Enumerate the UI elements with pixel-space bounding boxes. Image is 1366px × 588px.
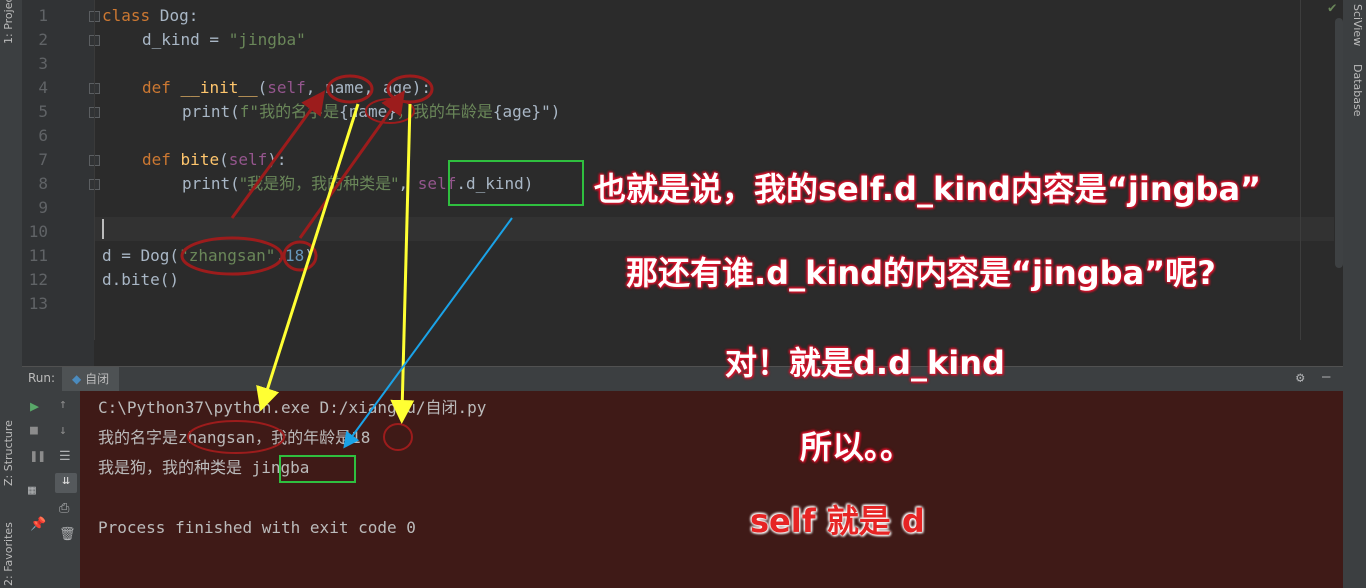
inspection-ok-icon[interactable]: ✔ xyxy=(1328,0,1336,16)
console-line: 我是狗，我的种类是 jingba xyxy=(98,458,310,477)
code-line-2: d_kind = "jingba" xyxy=(142,28,306,52)
line-number: 2 xyxy=(38,30,48,49)
code-text: {age} xyxy=(492,102,542,121)
code-text: ) xyxy=(304,246,314,265)
string-literal: "我是狗，我的种类是" xyxy=(239,174,399,193)
console-line: Process finished with exit code 0 xyxy=(98,518,416,537)
line-number: 6 xyxy=(38,126,48,145)
string-literal: "jingba" xyxy=(228,30,306,49)
line-number: 5 xyxy=(38,102,48,121)
current-line-highlight xyxy=(94,217,1334,241)
annotation-text-3: 对！就是d.d_kind xyxy=(725,344,1005,382)
code-text: ( xyxy=(219,150,229,169)
line-number: 4 xyxy=(38,78,48,97)
right-margin-guide xyxy=(1300,0,1301,340)
console-line: 我的名字是zhangsan，我的年龄是18 xyxy=(98,428,371,447)
code-text: , xyxy=(275,246,286,265)
line-number: 12 xyxy=(28,270,48,289)
rerun-icon[interactable]: ▶ xyxy=(30,397,39,415)
soft-wrap-icon[interactable]: ☰ xyxy=(59,449,71,464)
code-text: .d_kind) xyxy=(456,174,534,193)
keyword: class xyxy=(102,6,151,25)
run-config-tab[interactable]: ◆ 自闭 xyxy=(62,367,120,391)
keyword: def xyxy=(142,150,171,169)
code-text: ( xyxy=(257,78,268,97)
code-text: print( xyxy=(182,174,240,193)
annotation-text-5: self 就是 d xyxy=(750,502,925,540)
code-text: {name} xyxy=(339,102,397,121)
line-number: 11 xyxy=(28,246,48,265)
code-line-7: def bite(self): xyxy=(142,148,287,172)
code-text: , xyxy=(398,174,418,193)
pause-icon[interactable]: ❚❚ xyxy=(30,449,46,464)
string-literal: 我的名字是 xyxy=(259,102,340,121)
string-literal: ，我的年龄是 xyxy=(396,102,493,121)
self-keyword: self xyxy=(417,174,457,193)
code-text: d = Dog( xyxy=(102,246,180,265)
self-keyword: self xyxy=(267,78,306,97)
scroll-up-icon[interactable]: ↑ xyxy=(59,397,67,412)
database-tool-tab[interactable]: Database xyxy=(1346,64,1364,117)
run-tab-label: 自闭 xyxy=(85,372,110,386)
function-name: bite xyxy=(180,150,220,169)
project-tool-tab[interactable]: 1: Project xyxy=(2,0,20,44)
run-panel-header: Run: ◆ 自闭 ⚙ — xyxy=(22,366,1343,391)
line-number: 9 xyxy=(38,198,48,217)
run-label: Run: xyxy=(28,371,56,385)
editor-scrollbar[interactable] xyxy=(1335,18,1343,268)
annotation-text-1: 也就是说，我的self.d_kind内容是“jingba” xyxy=(594,170,1262,208)
string-literal: f" xyxy=(239,102,260,121)
keyword: def xyxy=(142,78,171,97)
code-text: print( xyxy=(182,102,240,121)
line-number: 13 xyxy=(28,294,48,313)
scroll-down-icon[interactable]: ↓ xyxy=(59,423,67,438)
code-text: d_kind = xyxy=(142,30,229,49)
settings-gear-icon[interactable]: ⚙ xyxy=(1296,370,1304,386)
code-line-11: d = Dog("zhangsan",18) xyxy=(102,244,314,268)
code-line-12: d.bite() xyxy=(102,270,180,289)
sciview-tool-tab[interactable]: SciView xyxy=(1346,4,1364,46)
line-number-gutter: 1 2 3 4 5 6 7 8 9 10 11 12 13 xyxy=(22,0,100,366)
console-line: C:\Python37\python.exe D:/xiangmu/自闭.py xyxy=(98,398,487,417)
line-number: 7 xyxy=(38,150,48,169)
number-literal: 18 xyxy=(285,246,305,265)
run-toolbar: ▶ ↑ ■ ↓ ❚❚ ☰ ⇊ ▦ ⎙ 📌 🗑 xyxy=(22,391,80,588)
self-keyword: self xyxy=(228,150,268,169)
annotation-text-4: 所以。。 xyxy=(800,428,913,466)
code-text: Dog: xyxy=(150,6,199,25)
code-line-4: def __init__(self, name, age): xyxy=(142,76,431,100)
line-number: 8 xyxy=(38,174,48,193)
code-line-5: print(f"我的名字是{name}，我的年龄是{age}") xyxy=(182,100,560,124)
run-console-output[interactable]: C:\Python37\python.exe D:/xiangmu/自闭.py … xyxy=(80,391,1343,588)
indent-guide xyxy=(94,0,95,340)
code-text: ): xyxy=(267,150,287,169)
code-line-1: class Dog: xyxy=(102,4,198,28)
string-literal: "zhangsan" xyxy=(179,246,276,265)
code-text: , name, age): xyxy=(305,78,432,97)
print-icon[interactable]: ⎙ xyxy=(59,501,69,516)
favorites-tool-tab[interactable]: 2: Favorites xyxy=(2,500,20,586)
trash-icon[interactable]: 🗑 xyxy=(59,527,76,542)
line-number: 1 xyxy=(38,6,48,25)
line-number: 3 xyxy=(38,54,48,73)
scroll-to-end-icon[interactable]: ⇊ xyxy=(55,473,77,493)
left-tool-stripe: 1: Project Z: Structure 2: Favorites xyxy=(0,0,23,588)
right-tool-stripe: SciView Database xyxy=(1343,0,1366,588)
structure-tool-tab[interactable]: Z: Structure xyxy=(2,406,20,486)
code-line-8: print("我是狗，我的种类是", self.d_kind) xyxy=(182,172,533,196)
python-icon: ◆ xyxy=(72,372,82,386)
code-text: ") xyxy=(541,102,561,121)
layout-icon[interactable]: ▦ xyxy=(28,483,36,498)
line-number: 10 xyxy=(28,222,48,241)
stop-icon[interactable]: ■ xyxy=(30,423,38,438)
function-name: __init__ xyxy=(180,78,258,97)
text-caret xyxy=(102,219,104,239)
annotation-text-2: 那还有谁.d_kind的内容是“jingba”呢? xyxy=(626,254,1216,292)
hide-panel-icon[interactable]: — xyxy=(1322,369,1330,385)
pin-icon[interactable]: 📌 xyxy=(30,517,46,532)
